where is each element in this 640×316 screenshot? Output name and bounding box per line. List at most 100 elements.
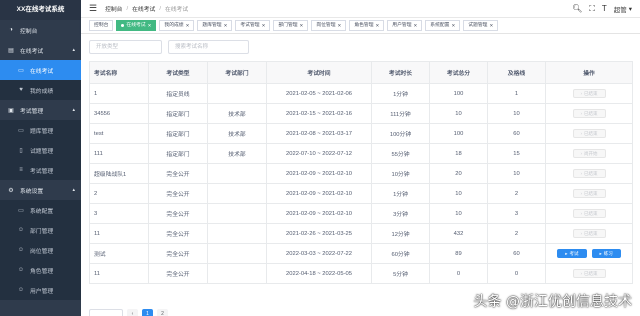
cell-total: 89 [429, 243, 488, 264]
page-button[interactable]: 2 [157, 309, 168, 316]
tag-label: 试题管理 [468, 23, 488, 28]
tag-item[interactable]: 题库管理 ✕ [197, 20, 233, 31]
row-actions: › 已结束 [547, 109, 632, 118]
briefcase-icon: ▣ [8, 107, 14, 114]
cell-duration: 55分钟 [371, 143, 430, 164]
info-icon: › [580, 191, 583, 196]
status-button: › 已结束 [572, 209, 606, 218]
tag-item[interactable]: 在线考试 ✕ [116, 20, 157, 31]
font-size-icon[interactable]: T [602, 4, 607, 13]
sidebar-item[interactable]: ≡ 考试管理 [0, 160, 81, 180]
cell-actions: › 已结束 [545, 263, 633, 284]
tag-item[interactable]: 角色管理 ✕ [349, 20, 385, 31]
cell-duration: 111分钟 [371, 103, 430, 124]
close-icon[interactable]: ✕ [262, 21, 266, 30]
cell-dept [207, 163, 267, 184]
cell-time: 2021-02-08 ~ 2021-03-17 [266, 123, 372, 144]
sidebar-item[interactable]: ♥ 我的成绩 [0, 80, 81, 100]
exam-name-search-input[interactable] [168, 40, 249, 54]
sidebar-item[interactable]: ☺ 角色管理 [0, 260, 81, 280]
row-actions: › 已结束 [547, 269, 632, 278]
close-icon[interactable]: ✕ [224, 21, 228, 30]
status-button: › 已结束 [572, 109, 606, 118]
user-menu[interactable]: 超管 ▾ [614, 4, 632, 14]
row-actions: › 已结束 [547, 129, 632, 138]
close-icon[interactable]: ✕ [376, 21, 380, 30]
breadcrumb-item[interactable]: 在线考试 [132, 4, 155, 13]
cell-dept [207, 263, 267, 284]
monitor-icon: ▭ [18, 207, 24, 214]
cell-type: 完全公开 [148, 223, 208, 244]
tag-item[interactable]: 部门管理 ✕ [273, 20, 309, 31]
cell-type: 完全公开 [148, 263, 208, 284]
exam-icon: ▤ [8, 47, 14, 54]
close-icon[interactable]: ✕ [414, 21, 418, 30]
breadcrumb-separator: / [126, 5, 129, 12]
tag-item[interactable]: 我的成绩 ✕ [159, 20, 195, 31]
cell-name: 3 [89, 203, 149, 224]
cell-total: 100 [429, 83, 488, 104]
table-row: 3 完全公开 2021-02-09 ~ 2021-02-10 3分钟 10 3 › 已结束 [89, 203, 633, 224]
tag-item[interactable]: 系统配置 ✕ [425, 20, 461, 31]
close-icon[interactable]: ✕ [186, 21, 190, 30]
row-actions: › 已结束 [547, 189, 632, 198]
page-size-select[interactable] [89, 309, 123, 316]
cell-total: 10 [429, 183, 488, 204]
cell-duration: 3分钟 [371, 203, 430, 224]
button-label: 已结束 [584, 171, 598, 176]
cell-duration: 10分钟 [371, 163, 430, 184]
close-icon[interactable]: ✕ [451, 21, 455, 30]
fullscreen-icon[interactable]: ⛶ [589, 4, 595, 14]
action-button[interactable]: ▸ 考试 [557, 249, 587, 258]
tag-label: 在线考试 [126, 23, 146, 28]
cell-actions: › 尚开始 [545, 143, 633, 164]
close-icon[interactable]: ✕ [338, 21, 342, 30]
cell-name: 34556 [89, 103, 149, 124]
tag-item[interactable]: 岗位管理 ✕ [311, 20, 347, 31]
info-icon: › [580, 231, 583, 236]
dashboard-icon: ◑ [9, 27, 13, 33]
sidebar-item[interactable]: ☺ 用户管理 [0, 280, 81, 300]
sidebar-item[interactable]: ☺ 岗位管理 [0, 240, 81, 260]
sidebar-item[interactable]: ▭ 系统配置 [0, 200, 81, 220]
chevron-up-icon: ▴ [72, 47, 75, 53]
cell-actions: › 已结束 [545, 83, 633, 104]
search-icon[interactable]: 🔍︎ [572, 4, 582, 13]
sidebar-item[interactable]: ⚙ 系统设置 ▴ [0, 180, 81, 200]
sidebar-item[interactable]: ☺ 部门管理 [0, 220, 81, 240]
sidebar-item[interactable]: ▯ 试题管理 [0, 140, 81, 160]
tag-item[interactable]: 考试管理 ✕ [235, 20, 271, 31]
app-title: XX在线考试系统 [0, 0, 81, 20]
sidebar-item[interactable]: ◑ 控制台 [0, 20, 81, 40]
cell-duration: 100分钟 [371, 123, 430, 144]
breadcrumb-separator: / [159, 5, 161, 12]
sidebar-item[interactable]: ▭ 题库管理 [0, 120, 81, 140]
sidebar-item-label: 岗位管理 [30, 248, 54, 255]
sidebar-item[interactable]: ▭ 在线考试 [0, 60, 81, 80]
tag-item[interactable]: 控制台 [89, 20, 114, 31]
exam-type-select[interactable] [89, 40, 162, 54]
table-row: 34556 指定部门 技术部 2021-02-15 ~ 2021-02-16 111分钟… [89, 103, 633, 124]
menu-toggle-icon[interactable]: ☰ [89, 3, 97, 14]
sidebar-item-label: 考试管理 [30, 168, 54, 175]
tags-view: 控制台 在线考试 ✕ 我的成绩 ✕ 题库管理 ✕ 考试管理 ✕ 部门管理 ✕ 岗位管理 ✕ 角色管理 ✕ 用户… [81, 18, 640, 34]
close-icon[interactable]: ✕ [148, 21, 152, 30]
cell-dept [207, 223, 267, 244]
sidebar: XX在线考试系统 ◑ 控制台 ▤ 在线考试 ▴ ▭ 在线考试 ♥ 我的成绩 ▣ 考试管理 ▴ ▭ 题库管理… [0, 0, 81, 316]
sidebar-item[interactable]: ▤ 在线考试 ▴ [0, 40, 81, 60]
column-header: 考试类型 [148, 61, 208, 84]
row-actions: › 已结束 [547, 209, 632, 218]
sidebar-item[interactable]: ▣ 考试管理 ▴ [0, 100, 81, 120]
breadcrumb-item[interactable]: 控制台 [105, 4, 122, 13]
table-row: 111 指定部门 技术部 2022-07-10 ~ 2022-07-12 55分钟 18 1… [89, 143, 633, 164]
action-button[interactable]: ▸ 练习 [591, 249, 621, 258]
prev-page-button[interactable]: ‹ [127, 309, 138, 316]
page-button[interactable]: 1 [142, 309, 153, 316]
tag-item[interactable]: 用户管理 ✕ [387, 20, 423, 31]
tag-item[interactable]: 试题管理 ✕ [463, 20, 499, 31]
cell-actions: › 已结束 [545, 203, 633, 224]
list-icon: ≡ [19, 167, 23, 173]
close-icon[interactable]: ✕ [489, 21, 493, 30]
close-icon[interactable]: ✕ [300, 21, 304, 30]
button-label: 考试 [569, 251, 579, 256]
